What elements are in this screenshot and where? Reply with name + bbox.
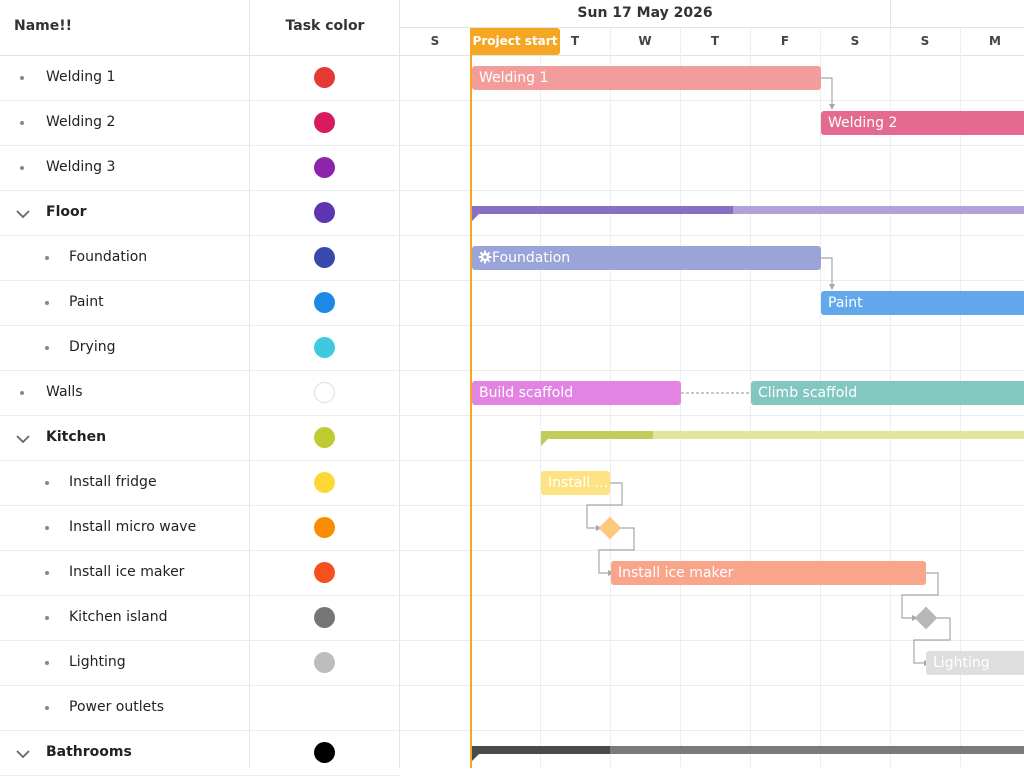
task-row-walls[interactable]: Walls (0, 371, 400, 416)
task-color-swatch[interactable] (314, 292, 335, 313)
bullet-icon (45, 616, 49, 620)
task-row-lighting[interactable]: Lighting (0, 641, 400, 686)
task-name: Drying (69, 339, 116, 355)
bullet-icon (20, 166, 24, 170)
bullet-icon (45, 481, 49, 485)
gantt-summary-floor[interactable] (472, 206, 1024, 221)
summary-remaining (610, 746, 1024, 754)
gantt-bar-build-scaffold[interactable]: Build scaffold (472, 381, 681, 405)
task-color-swatch[interactable] (314, 202, 335, 223)
bullet-icon (45, 661, 49, 665)
task-name: Walls (46, 384, 83, 400)
gantt-bar-paint[interactable]: Paint (821, 291, 1024, 315)
summary-progress (472, 206, 733, 214)
task-name: Power outlets (69, 699, 164, 715)
bullet-icon (45, 301, 49, 305)
task-name: Welding 2 (46, 114, 116, 130)
summary-start-marker (541, 439, 548, 446)
task-grid: Name!! Task color Welding 1 Welding 2 We… (0, 0, 400, 776)
gantt-bar-welding-2[interactable]: Welding 2 (821, 111, 1024, 135)
task-name: Install micro wave (69, 519, 197, 535)
summary-progress (541, 431, 653, 439)
task-color-swatch[interactable] (314, 427, 335, 448)
gantt-bar-install-fridge[interactable]: Install ... (541, 471, 610, 495)
summary-start-marker (472, 214, 479, 221)
task-name: Welding 1 (46, 69, 116, 85)
bullet-icon (45, 526, 49, 530)
task-name: Paint (69, 294, 104, 310)
task-color-swatch[interactable] (314, 517, 335, 538)
task-color-swatch[interactable] (314, 337, 335, 358)
column-header-task-color[interactable]: Task color (250, 18, 400, 34)
task-row-welding-1[interactable]: Welding 1 (0, 56, 400, 101)
task-row-install-ice-maker[interactable]: Install ice maker (0, 551, 400, 596)
task-name: Welding 3 (46, 159, 116, 175)
bullet-icon (20, 121, 24, 125)
task-row-bathrooms[interactable]: Bathrooms (0, 731, 400, 776)
grid-header: Name!! Task color (0, 0, 400, 56)
gear-icon (478, 250, 492, 264)
project-start-line (470, 28, 472, 768)
task-name: Kitchen island (69, 609, 168, 625)
task-color-swatch[interactable] (314, 67, 335, 88)
task-row-welding-2[interactable]: Welding 2 (0, 101, 400, 146)
task-color-swatch[interactable] (314, 247, 335, 268)
task-color-swatch[interactable] (314, 157, 335, 178)
task-row-install-fridge[interactable]: Install fridge (0, 461, 400, 506)
task-name: Install fridge (69, 474, 157, 490)
gantt-summary-bathrooms[interactable] (472, 746, 1024, 761)
task-row-install-micro-wave[interactable]: Install micro wave (0, 506, 400, 551)
gantt-bar-welding-1[interactable]: Welding 1 (472, 66, 821, 90)
chevron-down-icon[interactable] (14, 205, 32, 223)
bullet-icon (45, 256, 49, 260)
chevron-down-icon[interactable] (14, 430, 32, 448)
chevron-down-icon[interactable] (14, 745, 32, 763)
bar-label: Foundation (492, 250, 571, 266)
task-color-swatch[interactable] (314, 562, 335, 583)
task-color-swatch[interactable] (314, 742, 335, 763)
task-row-foundation[interactable]: Foundation (0, 236, 400, 281)
task-color-swatch[interactable] (314, 652, 335, 673)
task-row-kitchen[interactable]: Kitchen (0, 416, 400, 461)
summary-remaining (733, 206, 1024, 214)
task-color-swatch[interactable] (314, 607, 335, 628)
gantt-bar-install-ice-maker[interactable]: Install ice maker (611, 561, 926, 585)
bullet-icon (45, 346, 49, 350)
gantt-summary-kitchen[interactable] (541, 431, 1024, 446)
bullet-icon (20, 391, 24, 395)
task-row-drying[interactable]: Drying (0, 326, 400, 371)
task-name: Kitchen (46, 429, 107, 445)
task-name: Floor (46, 204, 87, 220)
task-row-kitchen-island[interactable]: Kitchen island (0, 596, 400, 641)
task-row-welding-3[interactable]: Welding 3 (0, 146, 400, 191)
task-name: Foundation (69, 249, 148, 265)
task-color-swatch[interactable] (314, 112, 335, 133)
bullet-icon (45, 571, 49, 575)
task-name: Lighting (69, 654, 126, 670)
column-header-name[interactable]: Name!! (14, 18, 72, 34)
task-name: Bathrooms (46, 744, 132, 760)
summary-progress (472, 746, 610, 754)
task-row-paint[interactable]: Paint (0, 281, 400, 326)
bullet-icon (45, 706, 49, 710)
task-color-swatch[interactable] (314, 472, 335, 493)
summary-start-marker (472, 754, 479, 761)
bullet-icon (20, 76, 24, 80)
task-row-power-outlets[interactable]: Power outlets (0, 686, 400, 731)
task-row-floor[interactable]: Floor (0, 191, 400, 236)
gantt-bar-foundation[interactable]: Foundation (472, 246, 821, 270)
gantt-bar-climb-scaffold[interactable]: Climb scaffold (751, 381, 1024, 405)
gantt-timeline[interactable]: Sun 17 May 2026 S T W T F S S M Welding … (400, 0, 1024, 768)
summary-remaining (653, 431, 1024, 439)
task-name: Install ice maker (69, 564, 185, 580)
gantt-bar-lighting[interactable]: Lighting (926, 651, 1024, 675)
task-color-swatch[interactable] (314, 382, 335, 403)
project-start-label[interactable]: Project start (470, 28, 560, 55)
